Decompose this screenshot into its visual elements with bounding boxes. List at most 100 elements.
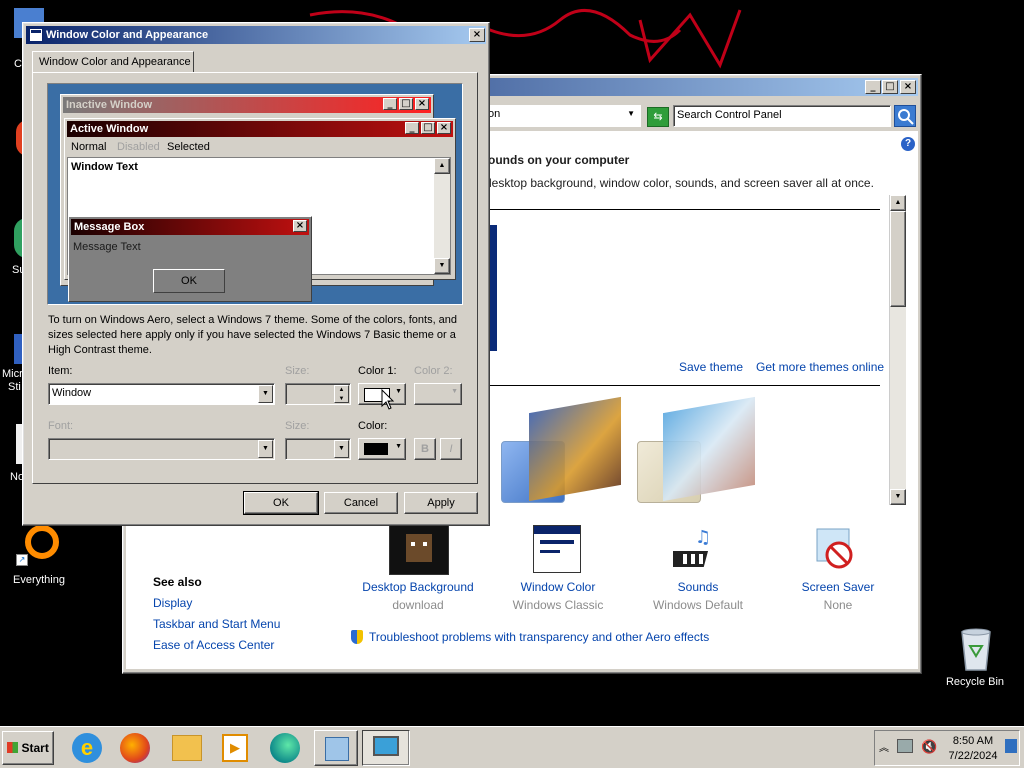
divider [485, 209, 880, 210]
appearance-preview: Inactive Window _ □ × Active Window _ □ … [47, 83, 463, 305]
start-button[interactable]: Start [2, 731, 54, 765]
see-also-taskbar[interactable]: Taskbar and Start Menu [153, 617, 280, 631]
see-also-ease-of-access[interactable]: Ease of Access Center [153, 638, 274, 652]
desktop-label-partial: C [14, 58, 22, 70]
font-color-label: Color: [358, 420, 388, 432]
maximize-button[interactable]: □ [882, 80, 898, 94]
msgbox-ok-button: OK [153, 269, 225, 293]
bold-button[interactable]: B [414, 438, 436, 460]
network-icon[interactable] [897, 739, 913, 753]
chevron-down-icon[interactable]: ▼ [258, 385, 273, 403]
theme-thumb-basic-stack[interactable] [663, 396, 755, 502]
preview-active-titlebar: Active Window [67, 121, 453, 137]
theme-thumb-aero-stack[interactable] [529, 396, 621, 502]
tab-window-color[interactable]: Window Color and Appearance [32, 51, 194, 73]
refresh-button[interactable]: ⇆ [647, 107, 669, 127]
dialog-close-button[interactable]: × [469, 28, 485, 42]
preview-max-icon: □ [421, 122, 435, 134]
preview-inactive-titlebar: Inactive Window [63, 97, 431, 113]
cancel-button[interactable]: Cancel [324, 492, 398, 514]
show-desktop-icon[interactable] [1005, 739, 1017, 753]
tile-sub: download [392, 598, 444, 612]
chevron-down-icon[interactable]: ▼ [334, 440, 349, 458]
chevron-down-icon[interactable]: ▼ [627, 105, 635, 123]
clock-date[interactable]: 7/22/2024 [945, 750, 1001, 762]
msgbox-titlebar: Message Box [71, 219, 309, 235]
tile-label: Sounds [677, 580, 719, 594]
minimize-button[interactable]: _ [865, 80, 881, 94]
control-panel-icon [325, 737, 349, 761]
windows-logo-icon [7, 742, 19, 753]
window-color-icon [533, 525, 581, 573]
everything-icon [25, 525, 59, 559]
address-bar[interactable]: on ▼ [485, 105, 641, 127]
item-select-value: Window [52, 387, 92, 399]
save-theme-link[interactable]: Save theme [679, 360, 743, 374]
tile-window-color[interactable]: Window Color Windows Classic [493, 525, 623, 615]
active-title: Active Window [70, 123, 149, 135]
font-color-picker[interactable]: ▼ [358, 438, 406, 460]
preview-menu-disabled: Disabled [117, 141, 160, 153]
dialog-titlebar[interactable]: Window Color and Appearance [26, 26, 486, 44]
stepper-arrows-icon[interactable]: ▲ ▼ [334, 385, 349, 403]
font-size-select[interactable]: ▼ [285, 438, 351, 460]
scroll-up-button[interactable]: ▲ [890, 195, 906, 211]
clock-time[interactable]: 8:50 AM [945, 735, 1001, 747]
tile-desktop-background[interactable]: Desktop Background download [353, 525, 483, 615]
start-label: Start [21, 741, 49, 755]
tile-sub: Windows Classic [512, 598, 604, 612]
search-button[interactable] [894, 105, 916, 127]
chevron-down-icon[interactable]: ▼ [258, 440, 273, 458]
preview-window-text: Window Text [71, 161, 138, 173]
italic-button[interactable]: I [440, 438, 462, 460]
close-button[interactable]: × [900, 80, 916, 94]
tile-screen-saver[interactable]: Screen Saver None [773, 525, 903, 615]
sounds-icon: ♫ [673, 527, 711, 567]
media-player-icon[interactable]: ▶ [222, 734, 248, 762]
taskbar: Start e ▶ ︽ 🔇 8:50 AM 7/22/2024 [0, 726, 1024, 768]
preview-scroll-up: ▲ [434, 158, 450, 174]
color1-label: Color 1: [358, 365, 397, 377]
tile-sounds[interactable]: ♫ Sounds Windows Default [633, 525, 763, 615]
firefox-icon[interactable] [120, 733, 150, 763]
msgbox-text: Message Text [73, 241, 141, 253]
volume-muted-icon[interactable]: 🔇 [921, 739, 937, 755]
color2-picker[interactable]: ▼ [414, 383, 462, 405]
scroll-thumb[interactable] [890, 211, 906, 307]
see-also-display[interactable]: Display [153, 596, 192, 610]
desktop-background-icon [389, 525, 449, 575]
desktop-icon-recycle-bin[interactable]: Recycle Bin [940, 626, 1010, 692]
shield-icon [351, 630, 363, 644]
scroll-down-button[interactable]: ▼ [890, 489, 906, 505]
item-select[interactable]: Window ▼ [48, 383, 275, 405]
search-input[interactable]: Search Control Panel [673, 105, 891, 127]
preview-message-box: Message Box × Message Text OK [68, 216, 312, 302]
apply-button[interactable]: Apply [404, 492, 478, 514]
item-label: Item: [48, 365, 73, 377]
taskbar-control-panel-button[interactable] [314, 730, 358, 766]
get-more-themes-link[interactable]: Get more themes online [756, 360, 884, 374]
file-explorer-icon[interactable] [172, 735, 202, 761]
ie-icon[interactable]: e [72, 733, 102, 763]
preview-menu-normal: Normal [71, 141, 107, 153]
msgbox-close-icon: × [293, 220, 307, 232]
size-stepper[interactable]: ▲ ▼ [285, 383, 351, 405]
tile-label: Window Color [520, 580, 596, 594]
page-heading: ounds on your computer [488, 153, 630, 167]
desktop-label-partial: Sti [8, 381, 21, 393]
edge-icon[interactable] [270, 733, 300, 763]
svg-text:♫: ♫ [695, 527, 711, 548]
preview-scroll-down: ▼ [434, 258, 450, 274]
tile-label: Desktop Background [362, 580, 474, 594]
preview-close-icon: × [415, 98, 429, 110]
help-icon[interactable]: ? [901, 137, 915, 151]
desktop-icon-everything[interactable]: ↗ Everything [6, 524, 72, 590]
tray-expand-icon[interactable]: ︽ [879, 739, 889, 754]
ok-button[interactable]: OK [243, 491, 319, 515]
font-select[interactable]: ▼ [48, 438, 275, 460]
themes-scrollbar[interactable]: ▲ ▼ [889, 195, 906, 505]
tile-sub: Windows Default [652, 598, 744, 612]
troubleshoot-link[interactable]: Troubleshoot problems with transparency … [369, 630, 709, 644]
taskbar-appearance-button[interactable] [362, 730, 410, 766]
preview-min-icon: _ [383, 98, 397, 110]
